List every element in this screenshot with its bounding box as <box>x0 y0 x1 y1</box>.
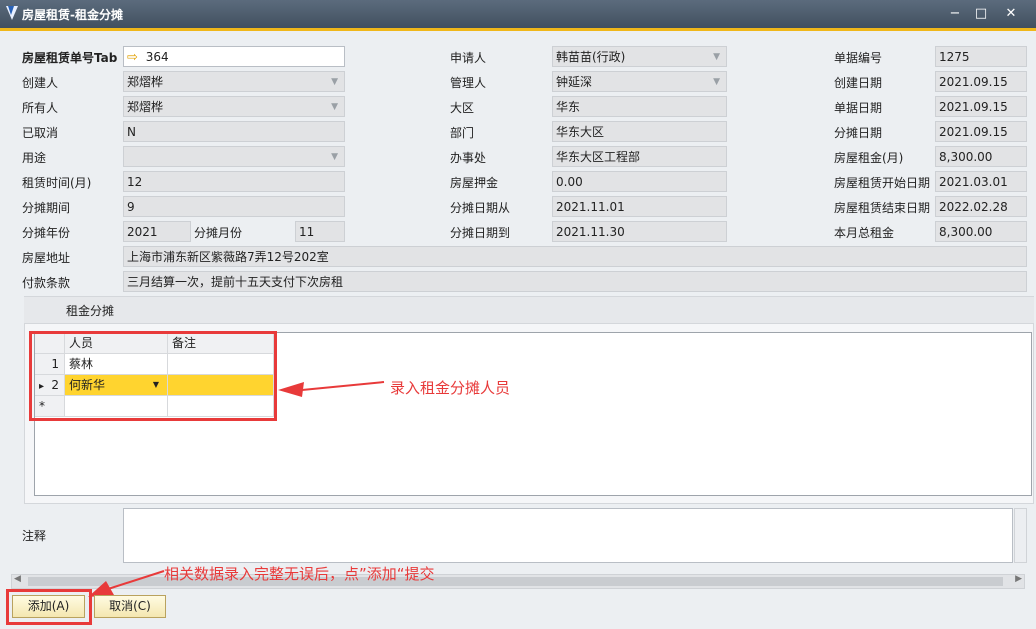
owner-label: 所有人 <box>22 101 59 115</box>
creator-label: 创建人 <box>22 76 59 90</box>
minimize-button[interactable]: − <box>944 5 966 23</box>
submit-annotation-text: 相关数据录入完整无误后，点”添加“提交 <box>164 565 435 583</box>
notes-scrollbar[interactable] <box>1014 508 1027 563</box>
chevron-down-icon: ▼ <box>331 77 338 87</box>
payment-terms-field[interactable]: 三月结算一次，提前十五天支付下次房租 <box>123 271 1027 292</box>
month-total-label: 本月总租金 <box>834 226 895 240</box>
grid-highlight-box <box>29 331 277 421</box>
manager-label: 管理人 <box>450 76 487 90</box>
doc-no-label: 单据编号 <box>834 51 883 65</box>
address-label: 房屋地址 <box>22 251 71 265</box>
purpose-label: 用途 <box>22 151 47 165</box>
region-field[interactable]: 华东 <box>552 96 727 117</box>
arrow-right-icon: ⇨ <box>127 50 138 65</box>
monthly-rent-label: 房屋租金(月) <box>834 151 904 165</box>
chevron-down-icon: ▼ <box>331 102 338 112</box>
section-title: 租金分摊 <box>66 304 115 318</box>
order-no-field[interactable]: ⇨ 364 <box>123 46 345 67</box>
order-no-label: 房屋租赁单号Tab <box>22 51 118 65</box>
lease-end-field[interactable]: 2022.02.28 <box>935 196 1027 217</box>
chevron-down-icon: ▼ <box>713 52 720 62</box>
month-field[interactable]: 11 <box>295 221 345 242</box>
create-date-field[interactable]: 2021.09.15 <box>935 71 1027 92</box>
lease-start-label: 房屋租赁开始日期 <box>834 176 931 190</box>
date-from-label: 分摊日期从 <box>450 201 511 215</box>
scroll-right-icon[interactable]: ▶ <box>1015 574 1022 584</box>
maximize-button[interactable]: □ <box>970 5 992 23</box>
region-label: 大区 <box>450 101 475 115</box>
lease-start-field[interactable]: 2021.03.01 <box>935 171 1027 192</box>
close-button[interactable]: ✕ <box>1000 5 1022 23</box>
office-label: 办事处 <box>450 151 487 165</box>
period-label: 分摊期间 <box>22 201 71 215</box>
date-from-field[interactable]: 2021.11.01 <box>552 196 727 217</box>
creator-field[interactable]: 郑熠桦 ▼ <box>123 71 345 92</box>
doc-date-label: 单据日期 <box>834 101 883 115</box>
lease-months-field[interactable]: 12 <box>123 171 345 192</box>
window-titlebar: 房屋租赁-租金分摊 − □ ✕ <box>0 0 1036 31</box>
notes-field[interactable] <box>123 508 1013 563</box>
notes-label: 注释 <box>22 529 47 543</box>
deposit-label: 房屋押金 <box>450 176 499 190</box>
window-title: 房屋租赁-租金分摊 <box>22 8 123 22</box>
department-label: 部门 <box>450 126 475 140</box>
monthly-rent-field[interactable]: 8,300.00 <box>935 146 1027 167</box>
scroll-left-icon[interactable]: ◀ <box>14 574 21 584</box>
cancel-button[interactable]: 取消(C) <box>94 595 166 618</box>
cancelled-field[interactable]: N <box>123 121 345 142</box>
deposit-field[interactable]: 0.00 <box>552 171 727 192</box>
month-total-field[interactable]: 8,300.00 <box>935 221 1027 242</box>
lease-end-label: 房屋租赁结束日期 <box>834 201 931 215</box>
allocation-panel-header: 租金分摊 <box>24 297 1034 324</box>
office-field[interactable]: 华东大区工程部 <box>552 146 727 167</box>
chevron-down-icon: ▼ <box>713 77 720 87</box>
annotation-arrow-icon <box>278 381 385 397</box>
period-field[interactable]: 9 <box>123 196 345 217</box>
purpose-field[interactable]: ▼ <box>123 146 345 167</box>
cancelled-label: 已取消 <box>22 126 59 140</box>
allocation-date-label: 分摊日期 <box>834 126 883 140</box>
address-field[interactable]: 上海市浦东新区紫薇路7弄12号202室 <box>123 246 1027 267</box>
chevron-down-icon: ▼ <box>331 152 338 162</box>
app-logo-icon <box>6 6 18 20</box>
payment-terms-label: 付款条款 <box>22 276 71 290</box>
grid-annotation-text: 录入租金分摊人员 <box>390 379 511 397</box>
date-to-field[interactable]: 2021.11.30 <box>552 221 727 242</box>
doc-no-field[interactable]: 1275 <box>935 46 1027 67</box>
owner-field[interactable]: 郑熠桦 ▼ <box>123 96 345 117</box>
doc-date-field[interactable]: 2021.09.15 <box>935 96 1027 117</box>
year-field[interactable]: 2021 <box>123 221 191 242</box>
lease-months-label: 租赁时间(月) <box>22 176 92 190</box>
add-button[interactable]: 添加(A) <box>12 595 85 618</box>
applicant-field[interactable]: 韩苗苗(行政) ▼ <box>552 46 727 67</box>
year-label: 分摊年份 <box>22 226 71 240</box>
allocation-date-field[interactable]: 2021.09.15 <box>935 121 1027 142</box>
month-label: 分摊月份 <box>194 226 243 240</box>
manager-field[interactable]: 钟延深 ▼ <box>552 71 727 92</box>
applicant-label: 申请人 <box>450 51 487 65</box>
department-field[interactable]: 华东大区 <box>552 121 727 142</box>
date-to-label: 分摊日期到 <box>450 226 511 240</box>
create-date-label: 创建日期 <box>834 76 883 90</box>
